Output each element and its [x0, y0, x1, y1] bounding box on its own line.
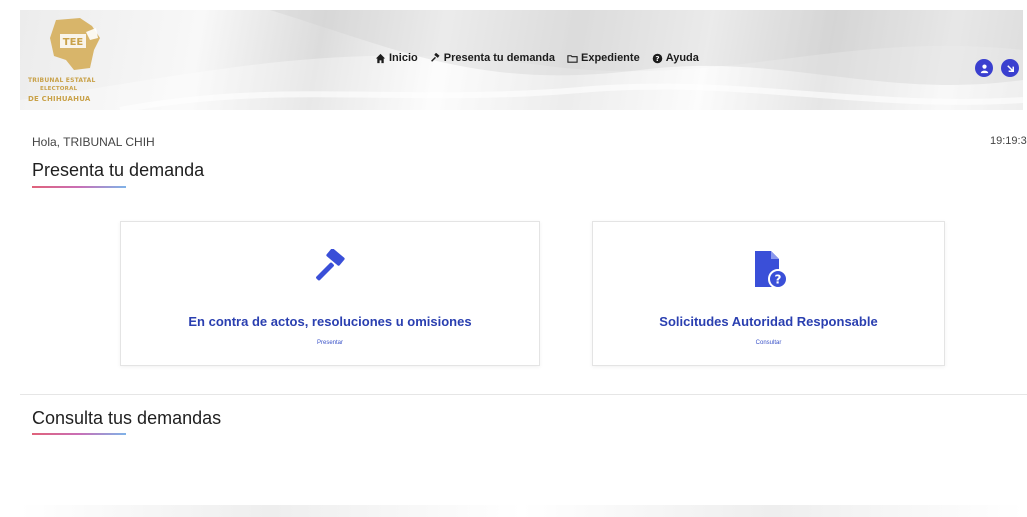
logo-line-2: ELECTORAL — [40, 86, 78, 92]
section-divider — [20, 394, 1027, 395]
logo-mark-text: TEE — [63, 37, 84, 48]
svg-text:?: ? — [774, 273, 781, 287]
home-icon — [375, 53, 386, 63]
nav-item-label: Inicio — [389, 52, 418, 64]
main-nav: Inicio Presenta tu demanda Expediente ? … — [375, 52, 699, 64]
logo[interactable]: TEE TRIBUNAL ESTATAL ELECTORAL DE CHIHUA… — [28, 14, 118, 108]
nav-item-expediente[interactable]: Expediente — [567, 52, 640, 64]
section-title-presenta: Presenta tu demanda — [32, 160, 205, 180]
card-title: Solicitudes Autoridad Responsable — [659, 314, 878, 329]
file-question-icon: ? — [747, 249, 791, 296]
logout-icon — [1006, 64, 1014, 72]
help-icon: ? — [652, 53, 662, 63]
logo-line-3: DE CHIHUAHUA — [28, 95, 91, 103]
user-button[interactable] — [975, 59, 993, 77]
header-banner: TEE TRIBUNAL ESTATAL ELECTORAL DE CHIHUA… — [20, 10, 1023, 110]
nav-item-label: Presenta tu demanda — [443, 52, 555, 64]
section-title-consulta: Consulta tus demandas — [32, 408, 222, 428]
nav-item-inicio[interactable]: Inicio — [375, 52, 418, 64]
card-action-presentar[interactable]: Presentar — [121, 340, 539, 346]
card-solicitudes-autoridad[interactable]: ? Solicitudes Autoridad Responsable Cons… — [592, 221, 945, 366]
footer-shade — [20, 505, 1023, 517]
logout-button[interactable] — [1001, 59, 1019, 77]
user-icon — [980, 64, 988, 73]
section-underline — [32, 186, 126, 188]
nav-item-ayuda[interactable]: ? Ayuda — [652, 52, 699, 64]
section-underline — [32, 433, 126, 435]
logo-emblem-icon: TEE — [50, 18, 100, 70]
card-title: En contra de actos, resoluciones u omisi… — [188, 314, 472, 329]
gavel-icon — [310, 248, 350, 294]
card-action-consultar[interactable]: Consultar — [593, 340, 944, 346]
gavel-icon — [430, 52, 440, 62]
logo-line-1: TRIBUNAL ESTATAL — [28, 77, 96, 84]
folder-icon — [567, 54, 578, 63]
nav-item-label: Expediente — [581, 52, 640, 64]
greeting-text: Hola, TRIBUNAL CHIH — [32, 135, 155, 149]
svg-text:?: ? — [655, 53, 659, 62]
nav-item-presenta-demanda[interactable]: Presenta tu demanda — [430, 52, 555, 64]
clock: 19:19:3 — [990, 135, 1027, 147]
card-presentar-demanda[interactable]: En contra de actos, resoluciones u omisi… — [120, 221, 540, 366]
nav-item-label: Ayuda — [665, 52, 699, 64]
